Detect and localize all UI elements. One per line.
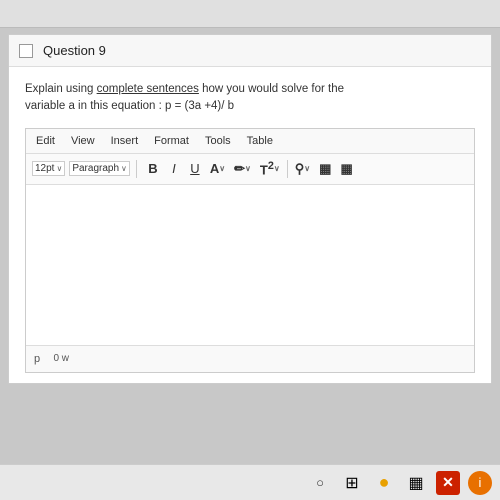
bold-button[interactable]: B (143, 158, 163, 180)
top-bar (0, 0, 500, 28)
question-checkbox[interactable] (19, 44, 33, 58)
paragraph-select[interactable]: Paragraph ∨ (69, 161, 130, 176)
close-icon: ✕ (442, 474, 454, 491)
link-icon: ⚲ (295, 161, 305, 177)
taskbar: ○ ⊞ ● ▦ ✕ i (0, 464, 500, 500)
taskbar-search[interactable]: ○ (308, 471, 332, 495)
format-buttons: B I U A∨ ✏∨ T2∨ ⚲∨ (143, 158, 357, 180)
link-chevron: ∨ (304, 164, 310, 173)
taskbar-close[interactable]: ✕ (436, 471, 460, 495)
toolbar-divider-2 (287, 160, 288, 178)
search-icon: ○ (316, 475, 324, 490)
menu-format[interactable]: Format (152, 133, 191, 149)
task-icon: ▦ (408, 473, 423, 493)
highlight-button[interactable]: ✏∨ (230, 158, 255, 180)
underline-emphasis: complete sentences (97, 83, 199, 95)
font-size-select[interactable]: 12pt ∨ (32, 161, 65, 176)
paragraph-chevron: ∨ (121, 164, 127, 173)
link-button[interactable]: ⚲∨ (291, 158, 314, 180)
word-count: 0 w (53, 353, 69, 364)
more-button[interactable]: ▦ (336, 158, 356, 180)
image-icon: ▦ (319, 161, 331, 177)
font-color-a: A (210, 161, 219, 176)
taskbar-info[interactable]: i (468, 471, 492, 495)
taskbar-chrome[interactable]: ● (372, 471, 396, 495)
font-color-chevron: ∨ (219, 164, 225, 173)
editor-area[interactable] (26, 185, 474, 345)
taskbar-task[interactable]: ▦ (404, 471, 428, 495)
windows-icon: ⊞ (345, 473, 358, 493)
superscript-button[interactable]: T2∨ (256, 158, 284, 180)
toolbar-divider-1 (136, 160, 137, 178)
menu-insert[interactable]: Insert (109, 133, 141, 149)
menu-table[interactable]: Table (245, 133, 275, 149)
font-size-chevron: ∨ (56, 164, 62, 173)
editor-bottom-bar: p 0 w (26, 345, 474, 372)
more-icon: ▦ (340, 161, 352, 177)
image-button[interactable]: ▦ (315, 158, 335, 180)
editor-menubar: Edit View Insert Format Tools Table (26, 129, 474, 154)
superscript-t: T2 (260, 160, 274, 177)
taskbar-windows[interactable]: ⊞ (340, 471, 364, 495)
superscript-chevron: ∨ (274, 164, 280, 173)
paragraph-value: Paragraph (72, 163, 119, 174)
menu-tools[interactable]: Tools (203, 133, 233, 149)
question-body: Explain using complete sentences how you… (9, 67, 491, 383)
main-content: Question 9 Explain using complete senten… (8, 34, 492, 384)
info-icon: i (479, 475, 482, 490)
question-header: Question 9 (9, 35, 491, 67)
italic-button[interactable]: I (164, 158, 184, 180)
question-text: Explain using complete sentences how you… (25, 81, 475, 116)
underline-button[interactable]: U (185, 158, 205, 180)
editor-container: Edit View Insert Format Tools Table 12pt… (25, 128, 475, 373)
highlight-chevron: ∨ (245, 164, 251, 173)
font-size-value: 12pt (35, 163, 54, 174)
editor-paragraph-marker: p (34, 353, 40, 365)
highlight-icon: ✏ (234, 161, 245, 177)
editor-toolbar: 12pt ∨ Paragraph ∨ B I U A∨ ✏∨ (26, 154, 474, 185)
question-text-line1: Explain using complete sentences how you… (25, 83, 344, 95)
font-color-button[interactable]: A∨ (206, 158, 229, 180)
chrome-icon: ● (379, 472, 390, 493)
menu-view[interactable]: View (69, 133, 97, 149)
question-title: Question 9 (43, 43, 106, 58)
menu-edit[interactable]: Edit (34, 133, 57, 149)
question-text-line2: variable a in this equation : p = (3a +4… (25, 100, 234, 112)
